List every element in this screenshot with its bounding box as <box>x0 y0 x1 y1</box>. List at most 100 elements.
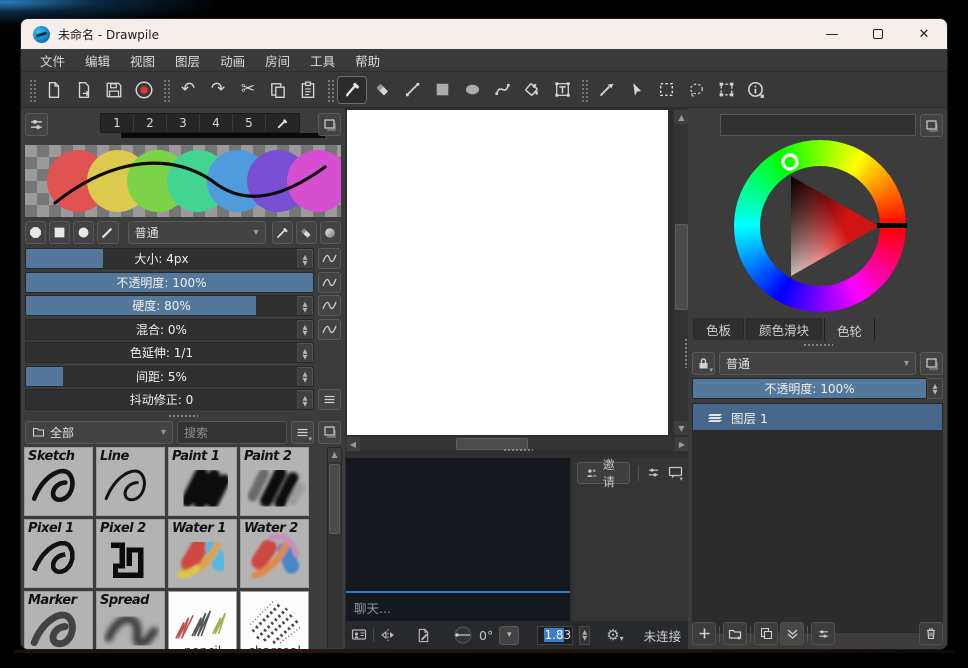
color-pickup-spinner[interactable]: ▲▼ <box>297 343 313 363</box>
rotation-dropdown-icon[interactable]: ▾ <box>499 626 519 645</box>
smudging-spinner[interactable]: ▲▼ <box>297 320 313 340</box>
bezier-tool-button[interactable] <box>487 76 517 104</box>
brush-tool-button[interactable] <box>337 76 367 104</box>
canvas-chat-splitter[interactable] <box>345 447 690 453</box>
preset-water-1[interactable]: Water 1 <box>168 519 237 588</box>
preset-pixel-1[interactable]: Pixel 1 <box>24 519 93 588</box>
canvas-mirror-icon[interactable] <box>380 628 396 642</box>
eraser-slot[interactable] <box>266 114 299 132</box>
open-file-button[interactable] <box>69 76 99 104</box>
line-tool-button[interactable] <box>397 76 427 104</box>
close-button[interactable]: ✕ <box>901 19 947 49</box>
preset-sketch[interactable]: Sketch <box>24 447 93 516</box>
menu-edit[interactable]: 编辑 <box>76 49 119 72</box>
copy-button[interactable] <box>263 76 293 104</box>
stabilizer-slider[interactable]: 抖动修正: 0 ▲▼ <box>25 389 314 410</box>
tab-color-wheel[interactable]: 色轮 <box>824 318 875 342</box>
spacing-slider[interactable]: 间距: 5% ▲▼ <box>25 366 314 387</box>
scrollbar-thumb[interactable] <box>675 224 688 310</box>
tab-color-sliders[interactable]: 颜色滑块 <box>746 318 822 340</box>
brush-settings-icon[interactable] <box>25 113 48 136</box>
duplicate-layer-button[interactable] <box>754 622 778 645</box>
brush-slot-5[interactable]: 5 <box>233 114 266 132</box>
brush-shape-square-icon[interactable] <box>49 221 70 244</box>
record-button[interactable] <box>129 76 159 104</box>
scroll-down-icon[interactable]: ▼ <box>328 648 341 651</box>
session-chat-icon[interactable] <box>351 628 367 642</box>
scroll-up-icon[interactable]: ▲ <box>674 110 689 124</box>
erase-mode-icon[interactable] <box>296 221 317 244</box>
merge-layer-button[interactable] <box>780 622 804 645</box>
menu-file[interactable]: 文件 <box>31 49 74 72</box>
laser-pointer-tool-button[interactable] <box>621 76 651 104</box>
text-tool-button[interactable] <box>547 76 577 104</box>
undo-button[interactable]: ↶ <box>173 76 203 104</box>
preset-charcoal[interactable]: charcoal <box>240 591 309 651</box>
zoom-spinbox[interactable]: 1.83 <box>537 626 573 645</box>
brush-slot-1[interactable]: 1 <box>101 114 134 132</box>
float-dock-icon[interactable] <box>920 114 943 137</box>
redo-button[interactable]: ↷ <box>203 76 233 104</box>
delete-layer-button[interactable] <box>919 622 943 645</box>
brush-shape-mypaint-icon[interactable] <box>97 221 118 244</box>
hue-marker[interactable] <box>783 155 797 169</box>
dock-splitter[interactable] <box>691 342 944 348</box>
stabilizer-menu-button[interactable] <box>318 389 341 410</box>
toolbar-drag-handle[interactable] <box>580 78 588 102</box>
fill-tool-button[interactable] <box>517 76 547 104</box>
preset-pixel-2[interactable]: Pixel 2 <box>96 519 165 588</box>
preset-paint-1[interactable]: Paint 1 <box>168 447 237 516</box>
view-settings-gear-icon[interactable]: ⚙▾ <box>606 628 623 643</box>
menu-view[interactable]: 视图 <box>121 49 164 72</box>
hardness-slider[interactable]: 硬度: 80% ▲▼ <box>25 295 314 316</box>
add-layer-button[interactable] <box>692 622 716 645</box>
brush-slot-4[interactable]: 4 <box>200 114 233 132</box>
color-pickup-slider[interactable]: 色延伸: 1/1 ▲▼ <box>25 342 314 363</box>
scroll-up-icon[interactable]: ▲ <box>328 448 341 462</box>
size-spinner[interactable]: ▲▼ <box>297 249 313 269</box>
opacity-slider[interactable]: 不透明度: 100% ▲▼ <box>25 272 314 293</box>
invite-button[interactable]: 邀请 <box>577 462 630 484</box>
layer-opacity-slider[interactable]: 不透明度: 100% <box>692 378 927 399</box>
stabilizer-spinner[interactable]: ▲▼ <box>297 390 313 410</box>
layer-row[interactable]: 图层 1 <box>693 404 942 430</box>
maximize-button[interactable] <box>855 19 901 49</box>
smudging-curve-button[interactable] <box>318 319 341 340</box>
title-bar[interactable]: 未命名 - Drawpile — ✕ <box>21 19 947 49</box>
save-button[interactable] <box>99 76 129 104</box>
minimize-button[interactable]: — <box>809 19 855 49</box>
float-dock-icon[interactable] <box>318 421 341 444</box>
brush-blend-mode-dropdown[interactable]: 普通 ▾ <box>128 221 266 244</box>
menu-animation[interactable]: 动画 <box>211 49 254 72</box>
paste-button[interactable] <box>293 76 323 104</box>
menu-layer[interactable]: 图层 <box>166 49 209 72</box>
layer-blend-mode-dropdown[interactable]: 普通 ▾ <box>719 352 916 375</box>
preset-paint-2[interactable]: Paint 2 <box>240 447 309 516</box>
new-file-button[interactable] <box>39 76 69 104</box>
preset-scrollbar[interactable]: ▲ ▼ <box>327 447 342 651</box>
ellipse-tool-button[interactable] <box>457 76 487 104</box>
spacing-spinner[interactable]: ▲▼ <box>297 367 313 387</box>
preset-menu-icon[interactable]: ▾ <box>291 421 314 444</box>
toolbar-drag-handle[interactable] <box>28 78 36 102</box>
draw-mode-icon[interactable] <box>272 221 293 244</box>
brush-shape-round-pixel-icon[interactable] <box>25 221 46 244</box>
transform-tool-button[interactable] <box>711 76 741 104</box>
preset-marker[interactable]: Marker <box>24 591 93 651</box>
preset-category-dropdown[interactable]: 全部 ▾ <box>25 421 173 444</box>
toolbar-drag-handle[interactable] <box>326 78 334 102</box>
layer-opacity-spinner[interactable]: ▲▼ <box>927 378 943 399</box>
chat-messages[interactable] <box>346 458 570 591</box>
canvas-vscrollbar[interactable]: ▲ ▼ <box>674 110 689 435</box>
rectangle-tool-button[interactable] <box>427 76 457 104</box>
smudge-mode-icon[interactable] <box>320 221 341 244</box>
scrollbar-thumb[interactable] <box>329 464 340 534</box>
preset-pencil[interactable]: pencil <box>168 591 237 651</box>
menu-session[interactable]: 房间 <box>256 49 299 72</box>
float-dock-icon[interactable] <box>318 113 341 136</box>
lasso-select-tool-button[interactable] <box>681 76 711 104</box>
smudging-slider[interactable]: 混合: 0% ▲▼ <box>25 319 314 340</box>
preset-water-2[interactable]: Water 2 <box>240 519 309 588</box>
session-settings-icon[interactable] <box>644 461 663 484</box>
preset-spread[interactable]: Spread <box>96 591 165 651</box>
